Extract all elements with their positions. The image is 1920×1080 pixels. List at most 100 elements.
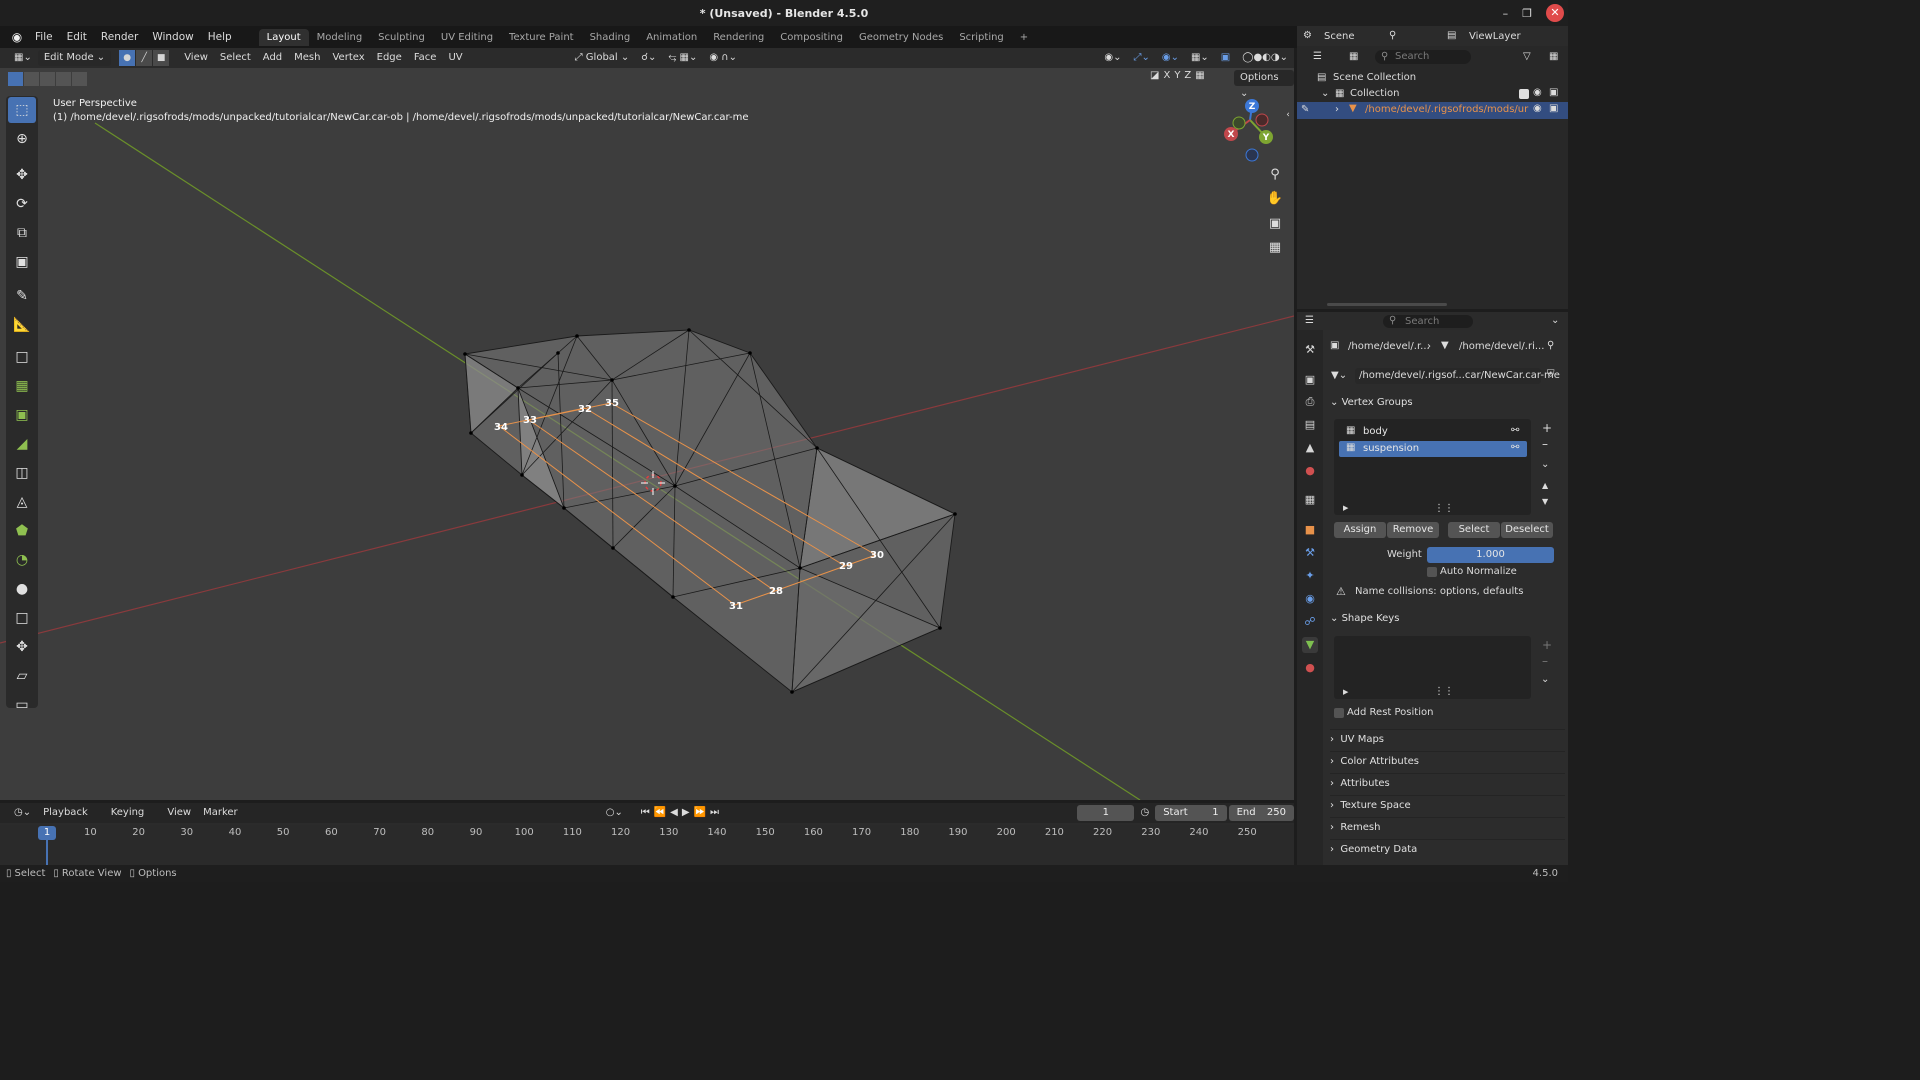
vertex-select-icon[interactable]: ●: [119, 50, 136, 66]
select-invert-icon[interactable]: [56, 72, 71, 86]
menu-vertex[interactable]: Vertex: [326, 50, 370, 66]
scale-tool-icon[interactable]: ⧉: [8, 220, 36, 246]
overlays-icon[interactable]: ◉⌄: [1156, 50, 1185, 66]
cursor-tool-icon[interactable]: ⊕: [8, 126, 36, 152]
menu-timeline-view[interactable]: View: [161, 805, 197, 821]
pivot-point-icon[interactable]: ☌⌄: [635, 50, 662, 66]
vertex-groups-header[interactable]: ⌄ Vertex Groups: [1330, 393, 1565, 413]
current-frame-indicator[interactable]: 1: [38, 826, 56, 840]
shape-list-expand-icon[interactable]: ▶: [1343, 688, 1348, 696]
options-dropdown[interactable]: Options ⌄: [1234, 70, 1294, 99]
annotate-tool-icon[interactable]: ✎: [8, 283, 36, 309]
transform-orientation-dropdown[interactable]: ⤢ Global ⌄: [569, 50, 636, 66]
preview-range-icon[interactable]: ◷: [1134, 805, 1155, 821]
3d-viewport[interactable]: 34 33 32 35 30 29 28 31 Z Y X ▦⌄ Edit Mo…: [0, 48, 1294, 800]
add-cube-tool-icon[interactable]: □: [8, 344, 36, 370]
proportional-edit-icon[interactable]: ◉ ∩⌄: [703, 50, 743, 66]
mesh-data-tab-icon[interactable]: ▼: [1302, 637, 1318, 653]
vertex-group-body[interactable]: body: [1339, 424, 1527, 440]
outliner-editor-type-icon[interactable]: ☰: [1313, 51, 1322, 62]
menu-edit[interactable]: Edit: [60, 31, 94, 43]
rotate-tool-icon[interactable]: ⟳: [8, 191, 36, 217]
scene-icon[interactable]: ⚙: [1303, 30, 1312, 41]
jump-key-forward-icon[interactable]: ⏩: [692, 805, 708, 821]
add-shape-key-icon[interactable]: +: [1542, 638, 1552, 652]
menu-view[interactable]: View: [178, 50, 214, 66]
sidebar-toggle-icon[interactable]: ‹: [1282, 104, 1294, 126]
current-frame-field[interactable]: 1: [1077, 805, 1135, 821]
auto-normalize-checkbox[interactable]: [1427, 567, 1437, 577]
jump-start-icon[interactable]: ⏮: [639, 805, 652, 821]
material-tab-icon[interactable]: ●: [1302, 660, 1318, 676]
weight-slider[interactable]: 1.000: [1427, 547, 1554, 563]
minimize-icon[interactable]: –: [1503, 7, 1509, 20]
vertex-group-suspension-lock-icon[interactable]: ⚯: [1511, 442, 1519, 453]
deselect-button[interactable]: Deselect: [1501, 522, 1553, 538]
view-layer-icon[interactable]: ▤: [1447, 30, 1456, 41]
list-resize-handle-icon[interactable]: ⋮⋮: [1434, 503, 1454, 514]
transform-tool-icon[interactable]: ▣: [8, 249, 36, 275]
workspace-tab-layout[interactable]: Layout: [258, 28, 309, 46]
constraints-tab-icon[interactable]: ☍: [1302, 614, 1318, 630]
render-tab-icon[interactable]: ▣: [1302, 372, 1318, 388]
breadcrumb-mesh[interactable]: /home/devel/.ri...: [1459, 341, 1544, 352]
add-workspace-icon[interactable]: +: [1012, 29, 1036, 46]
workspace-tab-modeling[interactable]: Modeling: [309, 29, 371, 46]
color-attributes-panel[interactable]: › Color Attributes: [1330, 751, 1565, 771]
shading-modes-icon[interactable]: ◯●◐◑⌄: [1236, 50, 1294, 66]
bevel-tool-icon[interactable]: ◢: [8, 431, 36, 457]
select-intersect-icon[interactable]: [72, 72, 87, 86]
restore-icon[interactable]: ❐: [1522, 7, 1532, 20]
collection-render-icon[interactable]: ▣: [1549, 87, 1558, 98]
world-tab-icon[interactable]: ●: [1302, 463, 1318, 479]
move-up-icon[interactable]: ▲: [1542, 481, 1548, 490]
menu-face[interactable]: Face: [408, 50, 443, 66]
workspace-tab-scripting[interactable]: Scripting: [951, 29, 1011, 46]
vertex-group-body-lock-icon[interactable]: ⚯: [1511, 425, 1519, 436]
pin-properties-icon[interactable]: ⚲: [1547, 340, 1554, 351]
topology-mirror-icon[interactable]: ▦: [1195, 70, 1204, 81]
jump-end-icon[interactable]: ⏭: [708, 805, 721, 821]
add-vertex-group-icon[interactable]: +: [1542, 421, 1552, 435]
new-collection-icon[interactable]: ▦: [1549, 51, 1558, 62]
filter-icon[interactable]: ▽: [1523, 51, 1531, 62]
add-rest-position-checkbox[interactable]: [1334, 708, 1344, 718]
menu-mesh[interactable]: Mesh: [288, 50, 326, 66]
extrude-tool-icon[interactable]: ▦: [8, 373, 36, 399]
autokey-icon[interactable]: ○⌄: [600, 805, 629, 821]
workspace-tab-animation[interactable]: Animation: [638, 29, 705, 46]
workspace-tab-texture-paint[interactable]: Texture Paint: [501, 29, 582, 46]
modifier-tab-icon[interactable]: ⚒: [1302, 545, 1318, 561]
vertex-group-suspension[interactable]: suspension: [1339, 441, 1527, 457]
face-select-icon[interactable]: ■: [153, 50, 170, 66]
object-visibility-icon[interactable]: ◉: [1533, 103, 1542, 114]
inset-tool-icon[interactable]: ▣: [8, 402, 36, 428]
poly-build-tool-icon[interactable]: ⬟: [8, 518, 36, 544]
breadcrumb-object[interactable]: /home/devel/.r...: [1348, 341, 1430, 352]
menu-select[interactable]: Select: [214, 50, 257, 66]
menu-uv[interactable]: UV: [442, 50, 468, 66]
select-new-icon[interactable]: [8, 72, 23, 86]
outliner-search-input[interactable]: Search: [1395, 51, 1429, 62]
mirror-x-toggle[interactable]: X: [1163, 70, 1170, 81]
gizmo-toggle-icon[interactable]: ⤢⌄: [1127, 50, 1155, 66]
mirror-y-toggle[interactable]: Y: [1174, 70, 1180, 81]
uv-maps-panel[interactable]: › UV Maps: [1330, 729, 1565, 749]
geometry-data-panel[interactable]: › Geometry Data: [1330, 839, 1565, 859]
view-layer-tab-icon[interactable]: ▤: [1302, 417, 1318, 433]
move-tool-icon[interactable]: ✥: [8, 162, 36, 188]
scene-tab-icon[interactable]: ▲: [1302, 440, 1318, 456]
start-frame-field[interactable]: Start 1: [1155, 805, 1227, 821]
properties-editor-type-icon[interactable]: ☰: [1305, 315, 1314, 326]
menu-render[interactable]: Render: [94, 31, 145, 43]
texture-space-panel[interactable]: › Texture Space: [1330, 795, 1565, 815]
play-icon[interactable]: ▶: [680, 805, 692, 821]
shape-list-resize-icon[interactable]: ⋮⋮: [1434, 686, 1454, 697]
shape-key-specials-icon[interactable]: ⌄: [1541, 674, 1549, 685]
edge-slide-tool-icon[interactable]: □: [8, 605, 36, 631]
attributes-panel[interactable]: › Attributes: [1330, 773, 1565, 793]
view-layer-name[interactable]: ViewLayer: [1469, 31, 1521, 42]
mode-dropdown[interactable]: Edit Mode ⌄: [37, 50, 112, 66]
shape-keys-list[interactable]: [1334, 636, 1531, 699]
workspace-tab-geometry-nodes[interactable]: Geometry Nodes: [851, 29, 951, 46]
